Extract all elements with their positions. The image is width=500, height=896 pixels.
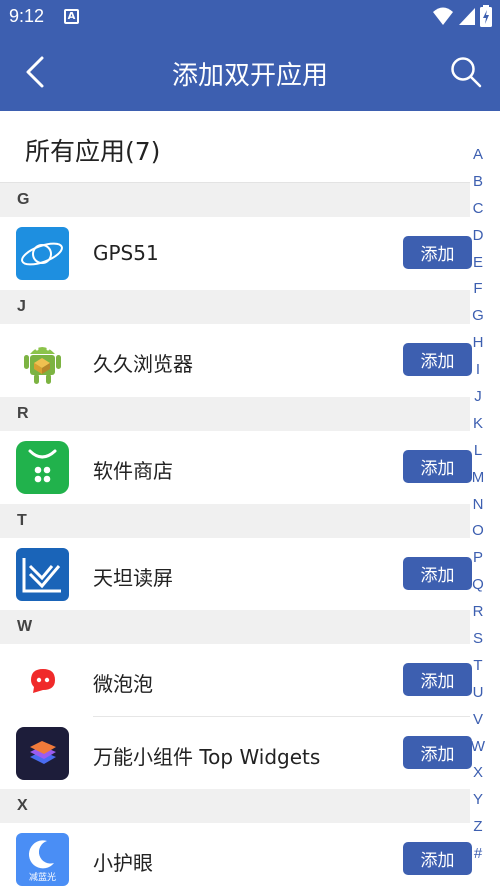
index-letter[interactable]: I xyxy=(476,361,480,388)
app-row-eye-care[interactable]: 减蓝光 小护眼 添加 xyxy=(0,823,472,896)
index-letter[interactable]: E xyxy=(473,254,483,281)
app-row-app-store[interactable]: 软件商店 添加 xyxy=(0,431,472,504)
app-name: GPS51 xyxy=(93,241,159,265)
index-letter[interactable]: K xyxy=(473,415,483,442)
app-row-jiujiu-browser[interactable]: 久久浏览器 添加 xyxy=(0,324,472,397)
section-letter: J xyxy=(17,298,26,315)
section-header-t: T xyxy=(0,504,470,538)
app-store-icon xyxy=(16,441,69,494)
page-title: 添加双开应用 xyxy=(171,61,328,91)
status-bar: 9:12 A xyxy=(0,0,500,33)
index-letter[interactable]: O xyxy=(472,522,484,549)
index-letter[interactable]: Q xyxy=(472,576,484,603)
index-letter[interactable]: Z xyxy=(473,818,482,845)
app-name: 万能小组件 Top Widgets xyxy=(93,745,321,769)
section-header-g: G xyxy=(0,183,470,217)
signal-icon xyxy=(459,8,475,25)
app-name: 微泡泡 xyxy=(93,672,153,696)
eye-care-icon: 减蓝光 xyxy=(16,833,69,886)
index-letter[interactable]: C xyxy=(473,200,484,227)
add-button[interactable]: 添加 xyxy=(403,450,472,483)
index-letter[interactable]: A xyxy=(473,146,483,173)
add-button[interactable]: 添加 xyxy=(403,842,472,875)
index-letter[interactable]: L xyxy=(474,442,482,469)
index-letter[interactable]: B xyxy=(473,173,483,200)
app-name: 软件商店 xyxy=(93,459,173,483)
index-letter[interactable]: X xyxy=(473,764,483,791)
section-header-r: R xyxy=(0,397,470,431)
add-button[interactable]: 添加 xyxy=(403,736,472,769)
battery-icon xyxy=(480,5,492,27)
notification-icon: A xyxy=(64,9,79,24)
app-name: 久久浏览器 xyxy=(93,352,193,376)
search-icon[interactable] xyxy=(450,56,482,88)
index-letter[interactable]: V xyxy=(473,711,483,738)
index-letter[interactable]: M xyxy=(472,469,485,496)
screen-reader-icon xyxy=(16,548,69,601)
index-letter[interactable]: R xyxy=(473,603,484,630)
wifi-icon xyxy=(433,7,453,25)
section-letter: X xyxy=(17,797,28,814)
gps51-icon xyxy=(16,227,69,280)
index-letter[interactable]: S xyxy=(473,630,483,657)
status-time: 9:12 xyxy=(9,6,45,26)
index-letter[interactable]: G xyxy=(472,307,484,334)
widgets-icon xyxy=(16,727,69,780)
section-letter: T xyxy=(17,512,27,529)
app-row-top-widgets[interactable]: 万能小组件 Top Widgets 添加 xyxy=(0,717,472,790)
add-button[interactable]: 添加 xyxy=(403,557,472,590)
add-button[interactable]: 添加 xyxy=(403,343,472,376)
android-browser-icon xyxy=(16,334,69,387)
app-row-gps51[interactable]: GPS51 添加 xyxy=(0,217,472,290)
add-button[interactable]: 添加 xyxy=(403,236,472,269)
index-letter[interactable]: H xyxy=(473,334,484,361)
section-letter: R xyxy=(17,405,29,422)
add-button[interactable]: 添加 xyxy=(403,663,472,696)
all-apps-title: 所有应用(7) xyxy=(25,137,161,166)
eye-care-caption: 减蓝光 xyxy=(28,873,56,883)
section-header-w: W xyxy=(0,610,470,644)
app-name: 小护眼 xyxy=(93,851,153,875)
section-letter: W xyxy=(17,618,33,635)
alphabet-index[interactable]: A B C D E F G H I J K L M N O P Q R S T … xyxy=(467,146,489,872)
section-letter: G xyxy=(17,191,30,208)
index-letter[interactable]: U xyxy=(473,684,484,711)
index-letter[interactable]: D xyxy=(473,227,484,254)
section-header-j: J xyxy=(0,290,470,324)
index-letter[interactable]: N xyxy=(473,496,484,523)
status-icons xyxy=(432,5,492,27)
bubble-icon xyxy=(16,654,69,707)
index-letter[interactable]: Y xyxy=(473,791,483,818)
index-letter[interactable]: J xyxy=(474,388,482,415)
index-letter[interactable]: W xyxy=(471,738,485,765)
index-letter[interactable]: F xyxy=(473,280,482,307)
app-row-screen-reader[interactable]: 天坦读屏 添加 xyxy=(0,538,472,611)
app-name: 天坦读屏 xyxy=(93,566,173,590)
app-row-weipaopao[interactable]: 微泡泡 添加 xyxy=(0,644,472,717)
app-bar: 添加双开应用 xyxy=(0,33,500,111)
index-letter[interactable]: # xyxy=(474,845,482,872)
index-letter[interactable]: P xyxy=(473,549,483,576)
section-header-x: X xyxy=(0,789,470,823)
index-letter[interactable]: T xyxy=(473,657,482,684)
